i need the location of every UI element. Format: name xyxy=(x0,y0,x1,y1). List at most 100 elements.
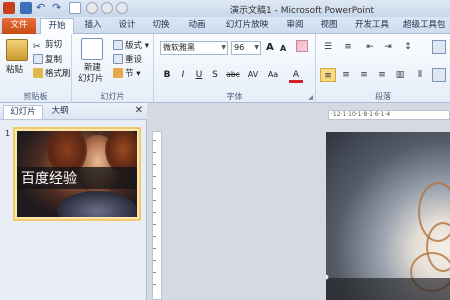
ruler-tick xyxy=(153,272,156,273)
reset-label: 重设 xyxy=(125,55,143,65)
distributed-button[interactable]: ▥ xyxy=(392,68,408,82)
align-left-button[interactable]: ≡ xyxy=(320,68,336,82)
new-slide-button[interactable]: 新建 xyxy=(84,63,101,74)
tab-outline-pane[interactable]: 大纲 xyxy=(45,105,75,119)
title-banner: 百度经验 xyxy=(17,167,137,189)
layout-button[interactable]: 版式 ▾ xyxy=(113,40,149,52)
paste-button[interactable]: 粘贴 xyxy=(6,65,23,76)
shadow-button[interactable]: S xyxy=(208,68,222,82)
ruler-tick xyxy=(153,152,156,153)
char-spacing-button[interactable]: AV xyxy=(244,68,262,82)
clear-format-icon[interactable] xyxy=(296,40,308,52)
save-icon[interactable] xyxy=(20,2,32,14)
ruler-tick xyxy=(153,200,156,201)
text-direction-icon[interactable] xyxy=(432,40,446,54)
slide-editing-canvas[interactable] xyxy=(326,132,450,300)
redo-icon[interactable]: ↷ xyxy=(52,2,64,14)
ruler-tick xyxy=(153,236,156,237)
tab-developer[interactable]: 开发工具 xyxy=(350,18,394,34)
justify-button[interactable]: ≡ xyxy=(374,68,390,82)
tab-review[interactable]: 审阅 xyxy=(280,18,310,34)
chevron-down-icon: ▼ xyxy=(254,44,259,51)
tab-view[interactable]: 视图 xyxy=(314,18,344,34)
ruler-tick xyxy=(153,164,156,165)
paragraph-group: ☰ ≡ ⇤ ⇥ ↕ ≡ ≡ ≡ ≡ ▥ ⫴ 段落 xyxy=(316,34,450,103)
section-button[interactable]: 节 ▾ xyxy=(113,68,140,80)
increase-indent-button[interactable]: ⇥ xyxy=(380,40,396,54)
copy-icon xyxy=(33,54,43,64)
ruler-tick xyxy=(153,188,156,189)
window-title: 演示文稿1 - Microsoft PowerPoint xyxy=(230,6,375,16)
tab-transitions[interactable]: 切换 xyxy=(146,18,176,34)
reset-button[interactable]: 重设 xyxy=(113,54,142,66)
slide-thumbnail[interactable]: 百度经验 xyxy=(13,127,141,221)
grow-font-button[interactable]: A xyxy=(266,42,274,53)
ribbon-tabs: 文件 开始 插入 设计 切换 动画 幻灯片放映 审阅 视图 开发工具 超级工具包 xyxy=(0,17,450,35)
layout-label: 版式 xyxy=(125,41,143,51)
align-text-icon[interactable] xyxy=(432,68,446,82)
circle-icon-3[interactable] xyxy=(116,2,128,14)
panel-tabs: 幻灯片 大纲 ✕ xyxy=(0,103,147,120)
tab-design[interactable]: 设计 xyxy=(112,18,142,34)
title-banner xyxy=(326,278,450,300)
tab-slideshow[interactable]: 幻灯片放映 xyxy=(222,18,272,34)
title-bar: ↶ ↷ 演示文稿1 - Microsoft PowerPoint xyxy=(0,0,450,17)
paste-icon[interactable] xyxy=(6,39,28,61)
bullets-button[interactable]: ☰ xyxy=(320,40,336,54)
ribbon: 粘贴 ✂ 剪切 复制 格式刷 剪贴板 新建 幻灯片 版式 ▾ 重设 节 ▾ 幻灯片… xyxy=(0,34,450,103)
tab-file[interactable]: 文件 xyxy=(2,18,36,34)
close-icon[interactable]: ✕ xyxy=(135,105,143,116)
file-icon[interactable] xyxy=(69,2,81,14)
decrease-indent-button[interactable]: ⇤ xyxy=(362,40,378,54)
underline-button[interactable]: U xyxy=(192,68,206,82)
new-slide-dropdown[interactable]: 幻灯片 xyxy=(78,74,104,85)
dialog-launcher-icon[interactable]: ◢ xyxy=(308,94,313,101)
ruler-tick xyxy=(153,248,156,249)
font-color-button[interactable]: A xyxy=(289,68,303,83)
copy-label: 复制 xyxy=(45,55,63,65)
horizontal-ruler: ·12·1·10·1·8·1·6·1·4 xyxy=(328,110,450,120)
italic-button[interactable]: I xyxy=(176,68,190,82)
slide-number: 1 xyxy=(5,129,11,138)
line-spacing-button[interactable]: ↕ xyxy=(400,40,416,54)
undo-icon[interactable]: ↶ xyxy=(36,2,48,14)
font-size-value: 96 xyxy=(234,43,245,52)
ruler-tick xyxy=(153,284,156,285)
app-logo-icon[interactable] xyxy=(3,2,15,14)
paragraph-group-label: 段落 xyxy=(375,92,391,101)
numbering-button[interactable]: ≡ xyxy=(340,40,356,54)
tab-slides-pane[interactable]: 幻灯片 xyxy=(3,105,43,119)
font-name-value: 微软雅黑 xyxy=(163,43,195,52)
circle-icon[interactable] xyxy=(86,2,98,14)
slides-group: 新建 幻灯片 版式 ▾ 重设 节 ▾ 幻灯片 xyxy=(72,34,154,103)
ruler-tick xyxy=(153,224,156,225)
format-painter-button[interactable]: 格式刷 xyxy=(33,68,71,80)
new-slide-icon[interactable] xyxy=(81,38,103,60)
layout-icon xyxy=(113,40,123,50)
slides-panel: 幻灯片 大纲 ✕ 1 百度经验 xyxy=(0,103,147,300)
tab-super-toolkit[interactable]: 超级工具包 xyxy=(403,18,450,34)
slide-thumbnail-image: 百度经验 xyxy=(17,131,137,217)
tab-insert[interactable]: 插入 xyxy=(78,18,108,34)
align-center-button[interactable]: ≡ xyxy=(338,68,354,82)
ruler-tick xyxy=(153,212,156,213)
change-case-button[interactable]: Aa xyxy=(264,68,282,82)
font-name-select[interactable]: 微软雅黑 ▼ xyxy=(160,41,228,55)
cut-button[interactable]: ✂ 剪切 xyxy=(33,40,62,52)
tab-animations[interactable]: 动画 xyxy=(182,18,212,34)
clothing-shape xyxy=(57,191,137,217)
copy-button[interactable]: 复制 xyxy=(33,54,62,66)
strikethrough-button[interactable]: abc xyxy=(224,68,242,82)
vertical-ruler xyxy=(152,131,162,300)
circle-icon-2[interactable] xyxy=(101,2,113,14)
bold-button[interactable]: B xyxy=(160,68,174,82)
ruler-tick xyxy=(153,140,156,141)
reset-icon xyxy=(113,54,123,64)
clipboard-group-label: 剪贴板 xyxy=(23,92,48,101)
tab-home[interactable]: 开始 xyxy=(40,18,74,35)
shrink-font-button[interactable]: A xyxy=(280,43,286,54)
align-right-button[interactable]: ≡ xyxy=(356,68,372,82)
font-size-select[interactable]: 96 ▼ xyxy=(231,41,261,55)
columns-button[interactable]: ⫴ xyxy=(412,68,428,82)
brush-icon xyxy=(33,68,43,78)
